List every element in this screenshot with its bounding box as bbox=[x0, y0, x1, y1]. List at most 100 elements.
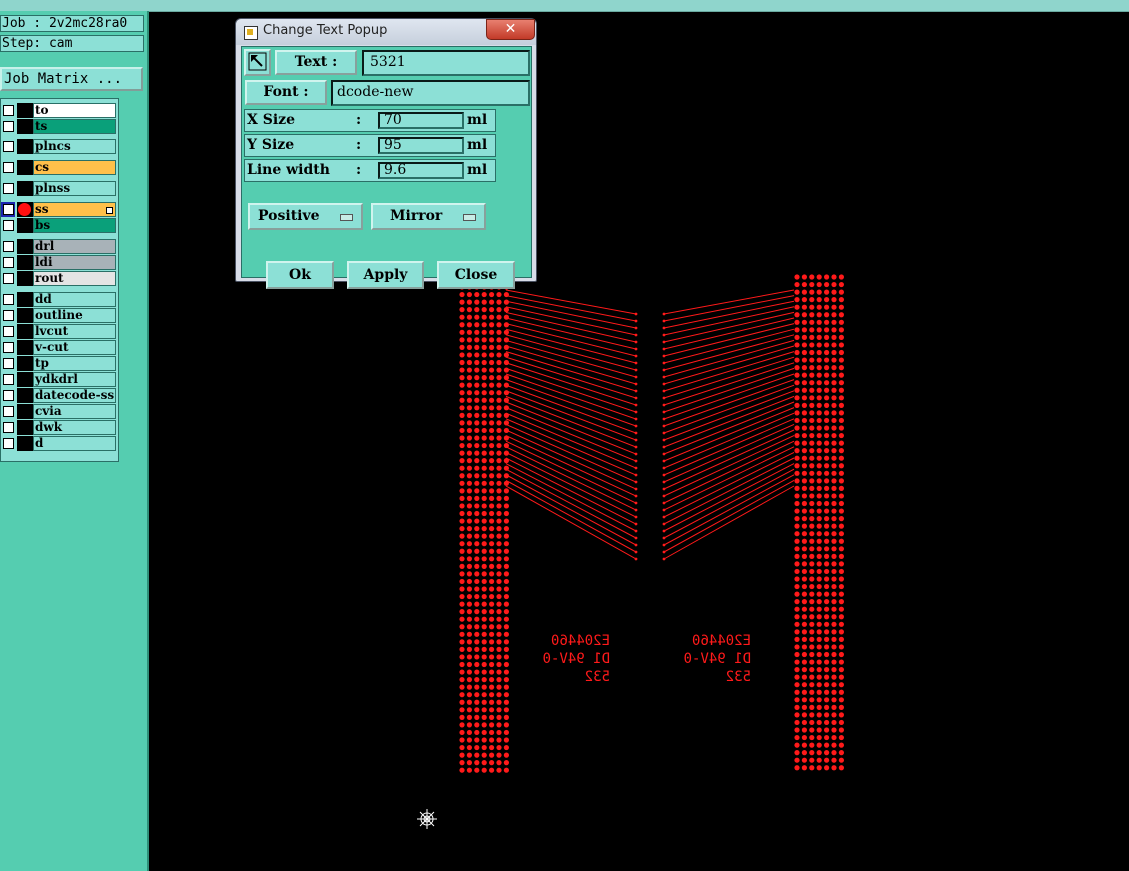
layer-checkbox[interactable] bbox=[3, 390, 14, 401]
layer-checkbox[interactable] bbox=[3, 183, 14, 194]
layer-row-outline[interactable]: outline bbox=[1, 308, 118, 323]
layer-display-slot[interactable] bbox=[17, 139, 33, 154]
layer-row-drl[interactable]: drl bbox=[1, 239, 118, 254]
layer-checkbox[interactable] bbox=[3, 326, 14, 337]
layer-checkbox[interactable] bbox=[3, 422, 14, 433]
layer-row-dd[interactable]: dd bbox=[1, 292, 118, 307]
font-value-field[interactable]: dcode-new bbox=[331, 80, 530, 106]
ok-button[interactable]: Ok bbox=[266, 261, 334, 289]
layer-name[interactable]: dd bbox=[33, 292, 116, 307]
layer-checkbox[interactable] bbox=[3, 406, 14, 417]
layer-row-plnss[interactable]: plnss bbox=[1, 181, 118, 196]
layer-name[interactable]: dwk bbox=[33, 420, 116, 435]
pick-arrow-button[interactable] bbox=[244, 49, 271, 76]
layer-name[interactable]: d bbox=[33, 436, 116, 451]
layer-name[interactable]: outline bbox=[33, 308, 116, 323]
layer-display-slot[interactable] bbox=[17, 218, 33, 233]
layer-row-tp[interactable]: tp bbox=[1, 356, 118, 371]
layer-checkbox[interactable] bbox=[3, 121, 14, 132]
layer-checkbox[interactable] bbox=[3, 105, 14, 116]
layer-display-slot[interactable] bbox=[17, 255, 33, 270]
layer-checkbox[interactable] bbox=[3, 358, 14, 369]
pad bbox=[794, 765, 800, 771]
layer-display-slot[interactable] bbox=[17, 308, 33, 323]
layer-checkbox[interactable] bbox=[3, 310, 14, 321]
layer-display-slot[interactable] bbox=[17, 372, 33, 387]
layer-row-cs[interactable]: cs bbox=[1, 160, 118, 175]
mirror-option-menu[interactable]: Mirror bbox=[371, 203, 486, 230]
text-value-field[interactable]: 5321 bbox=[362, 50, 530, 76]
layer-row-lvcut[interactable]: lvcut bbox=[1, 324, 118, 339]
layer-checkbox[interactable] bbox=[3, 141, 14, 152]
layer-name[interactable]: ldi bbox=[33, 255, 116, 270]
layer-checkbox[interactable] bbox=[3, 204, 14, 215]
layer-display-slot[interactable] bbox=[17, 340, 33, 355]
apply-button[interactable]: Apply bbox=[347, 261, 424, 289]
layer-row-plncs[interactable]: plncs bbox=[1, 139, 118, 154]
layer-display-slot[interactable] bbox=[17, 160, 33, 175]
layer-row-bs[interactable]: bs bbox=[1, 218, 118, 233]
line-width-row: Line width : 9.6 ml bbox=[244, 159, 496, 182]
layer-name[interactable]: plnss bbox=[33, 181, 116, 196]
layer-display-slot[interactable] bbox=[17, 103, 33, 118]
layer-name[interactable]: v-cut bbox=[33, 340, 116, 355]
layer-row-d[interactable]: d bbox=[1, 436, 118, 451]
layer-name[interactable]: to bbox=[33, 103, 116, 118]
y-size-input[interactable]: 95 bbox=[378, 137, 464, 154]
layer-display-slot[interactable] bbox=[17, 271, 33, 286]
x-size-input[interactable]: 70 bbox=[378, 112, 464, 129]
layer-name[interactable]: bs bbox=[33, 218, 116, 233]
layer-checkbox[interactable] bbox=[3, 241, 14, 252]
layer-row-ydkdrl[interactable]: ydkdrl bbox=[1, 372, 118, 387]
layer-name[interactable]: ts bbox=[33, 119, 116, 134]
line-width-input[interactable]: 9.6 bbox=[378, 162, 464, 179]
layer-display-slot[interactable] bbox=[17, 119, 33, 134]
layer-row-ts[interactable]: ts bbox=[1, 119, 118, 134]
layer-display-slot[interactable] bbox=[17, 420, 33, 435]
layer-row-cvia[interactable]: cvia bbox=[1, 404, 118, 419]
job-matrix-button[interactable]: Job Matrix ... bbox=[0, 67, 143, 91]
layer-checkbox[interactable] bbox=[3, 162, 14, 173]
pad bbox=[831, 365, 837, 371]
layer-row-datecode-ss[interactable]: datecode-ss bbox=[1, 388, 118, 403]
layer-name[interactable]: ss bbox=[33, 202, 116, 217]
layer-checkbox[interactable] bbox=[3, 220, 14, 231]
pad bbox=[794, 614, 800, 620]
layer-name[interactable]: cvia bbox=[33, 404, 116, 419]
window-close-button[interactable]: ✕ bbox=[486, 19, 535, 40]
layer-checkbox[interactable] bbox=[3, 438, 14, 449]
layer-row-rout[interactable]: rout bbox=[1, 271, 118, 286]
layer-row-ldi[interactable]: ldi bbox=[1, 255, 118, 270]
layer-name[interactable]: plncs bbox=[33, 139, 116, 154]
layer-display-slot[interactable] bbox=[17, 436, 33, 451]
layer-checkbox[interactable] bbox=[3, 257, 14, 268]
layer-checkbox[interactable] bbox=[3, 342, 14, 353]
layer-name[interactable]: tp bbox=[33, 356, 116, 371]
layer-name[interactable]: rout bbox=[33, 271, 116, 286]
close-button[interactable]: Close bbox=[437, 261, 515, 289]
layer-display-slot[interactable] bbox=[17, 181, 33, 196]
layer-name[interactable]: lvcut bbox=[33, 324, 116, 339]
layer-row-dwk[interactable]: dwk bbox=[1, 420, 118, 435]
layer-display-slot[interactable] bbox=[17, 292, 33, 307]
text-button[interactable]: Text : bbox=[275, 50, 357, 75]
layer-name[interactable]: drl bbox=[33, 239, 116, 254]
pad bbox=[794, 425, 800, 431]
font-button[interactable]: Font : bbox=[245, 80, 327, 105]
layer-display-slot[interactable] bbox=[17, 404, 33, 419]
layer-checkbox[interactable] bbox=[3, 374, 14, 385]
layer-name[interactable]: datecode-ss bbox=[33, 388, 116, 403]
layer-row-ss[interactable]: ss bbox=[1, 202, 118, 217]
layer-checkbox[interactable] bbox=[3, 294, 14, 305]
pad bbox=[816, 365, 822, 371]
layer-display-slot[interactable] bbox=[17, 239, 33, 254]
layer-row-v-cut[interactable]: v-cut bbox=[1, 340, 118, 355]
layer-row-to[interactable]: to bbox=[1, 103, 118, 118]
layer-display-slot[interactable] bbox=[17, 324, 33, 339]
layer-checkbox[interactable] bbox=[3, 273, 14, 284]
layer-name[interactable]: cs bbox=[33, 160, 116, 175]
polarity-option-menu[interactable]: Positive bbox=[248, 203, 363, 230]
layer-display-slot[interactable] bbox=[17, 388, 33, 403]
layer-name[interactable]: ydkdrl bbox=[33, 372, 116, 387]
layer-display-slot[interactable] bbox=[17, 356, 33, 371]
